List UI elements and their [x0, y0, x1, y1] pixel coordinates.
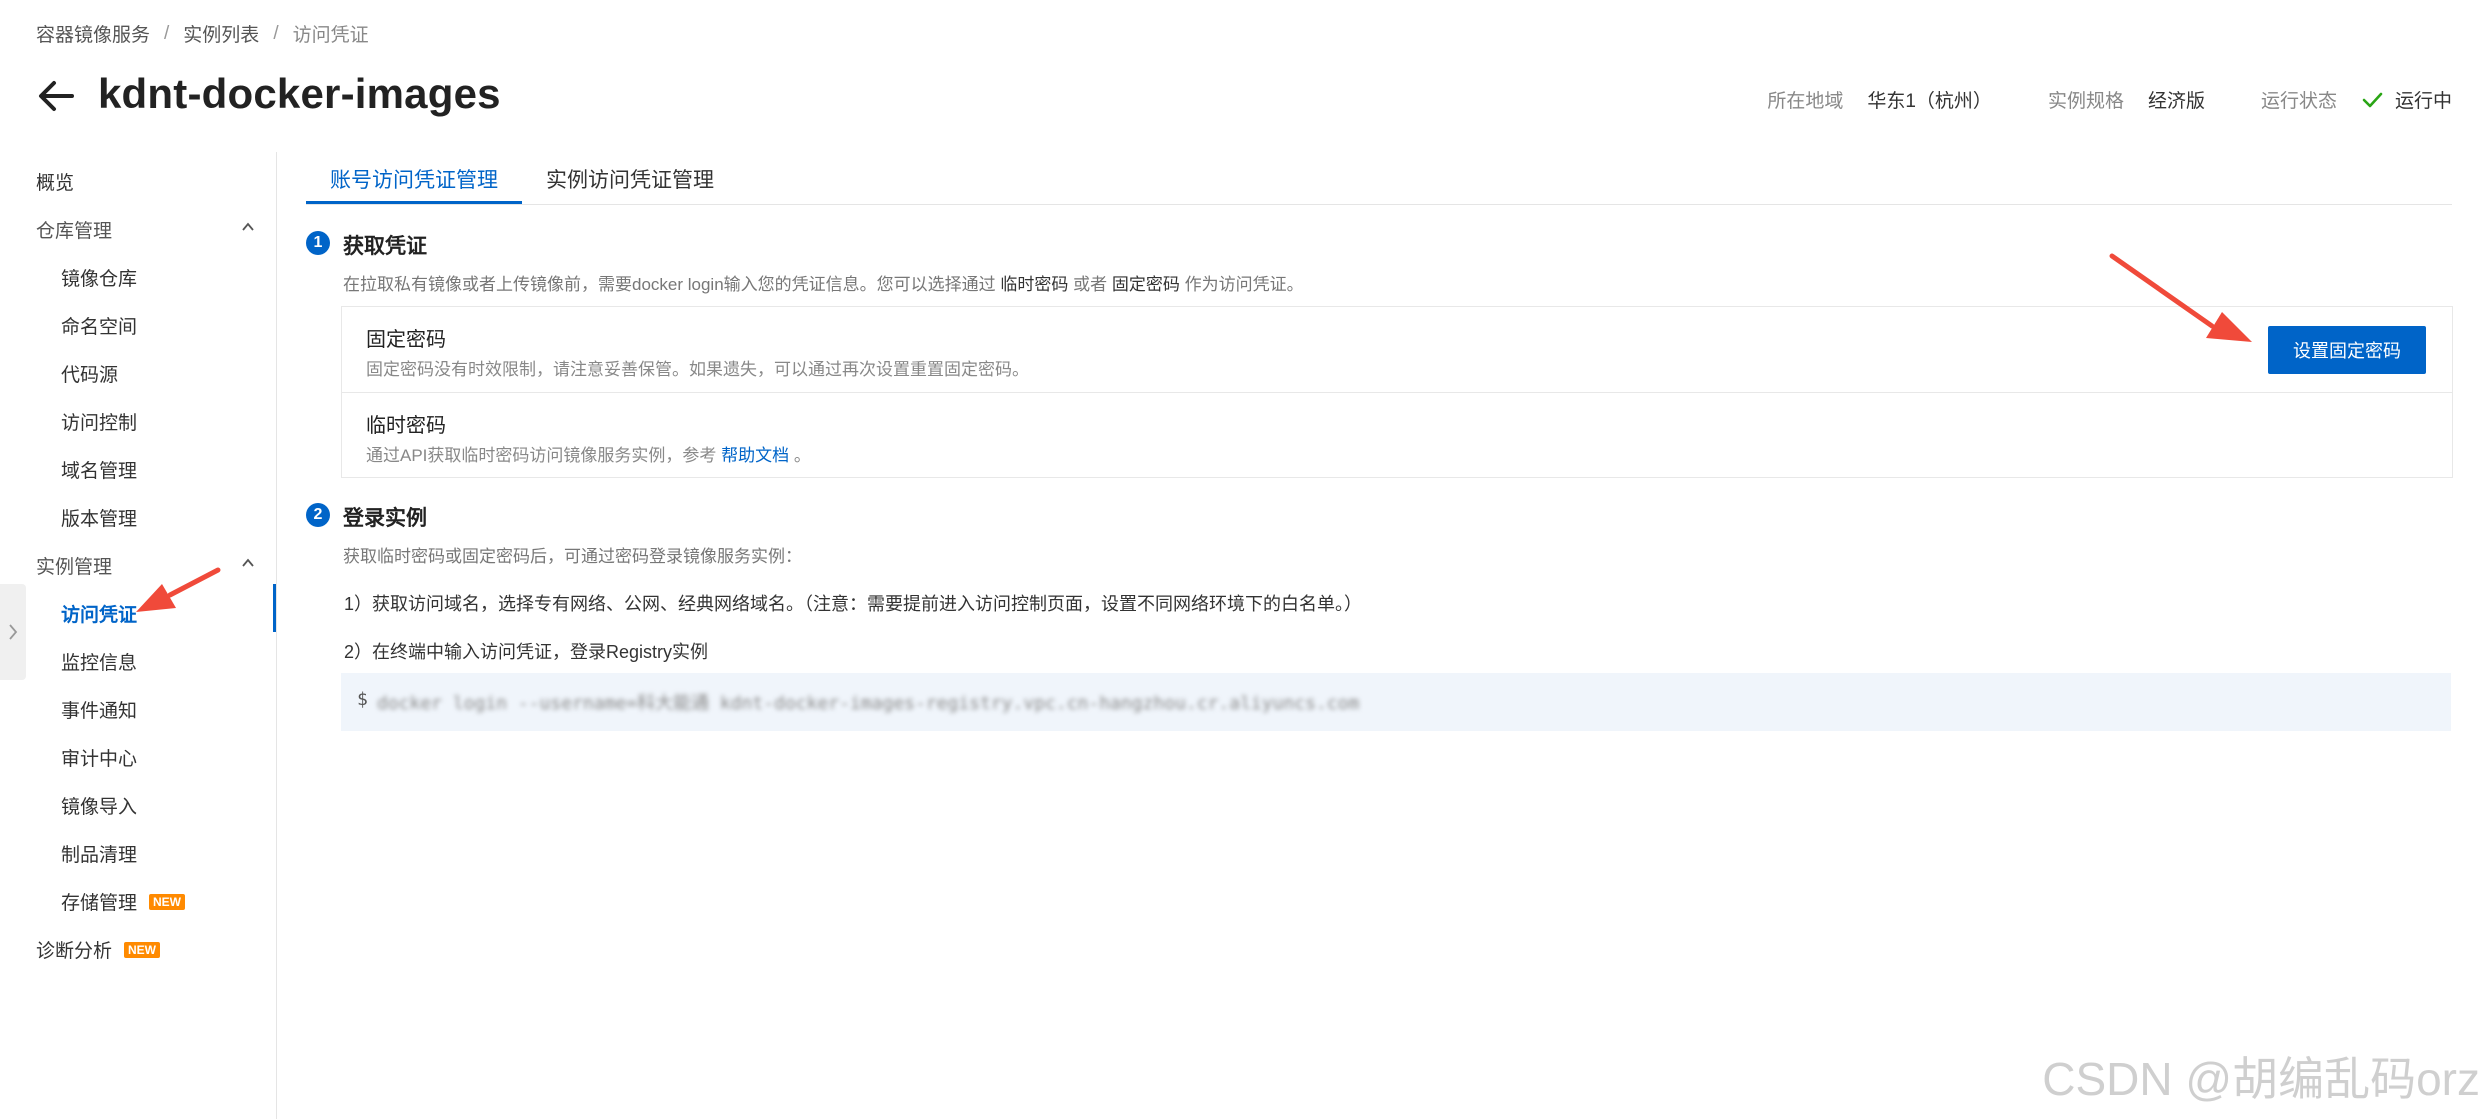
chevron-up-icon[interactable]	[240, 555, 256, 571]
sidebar-item-label: 诊断分析	[36, 941, 113, 962]
breadcrumb-item-service[interactable]: 容器镜像服务	[36, 20, 150, 47]
sidebar-item-artifact-cleanup[interactable]: 制品清理	[61, 840, 137, 867]
step-number-badge: 2	[306, 503, 330, 527]
sidebar-collapse-handle[interactable]	[0, 584, 26, 680]
login-command-box[interactable]: $ docker login --username=科大能通 kdnt-dock…	[341, 673, 2451, 731]
new-badge: NEW	[149, 893, 186, 910]
page-root: 容器镜像服务 / 实例列表 / 访问凭证 kdnt-docker-images …	[0, 0, 2490, 1119]
sidebar-item-image-import[interactable]: 镜像导入	[61, 792, 137, 819]
desc-text: 在拉取私有镜像或者上传镜像前，需要docker login输入您的凭证信息。您可…	[343, 275, 996, 294]
new-badge: NEW	[124, 941, 161, 958]
desc-text: 作为访问凭证。	[1184, 275, 1304, 294]
step2-title: 登录实例	[343, 507, 427, 530]
login-command-text[interactable]: docker login --username=科大能通 kdnt-docker…	[377, 689, 1359, 715]
breadcrumb: 容器镜像服务 / 实例列表 / 访问凭证	[36, 20, 369, 47]
sidebar-group-repo[interactable]: 仓库管理	[36, 216, 112, 243]
tab-account-credentials[interactable]: 账号访问凭证管理	[330, 164, 498, 194]
active-indicator	[273, 584, 276, 632]
status-value: 运行中	[2394, 91, 2452, 112]
chevron-right-icon	[9, 624, 18, 640]
temp-password-description: 通过API获取临时密码访问镜像服务实例，参考 帮助文档 。	[366, 441, 811, 466]
sidebar-item-access-control[interactable]: 访问控制	[61, 408, 137, 435]
fixed-password-description: 固定密码没有时效限制，请注意妥善保管。如果遗失，可以通过再次设置重置固定密码。	[366, 360, 1029, 379]
desc-temp-password: 临时密码	[1000, 275, 1069, 294]
sidebar-item-label: 存储管理	[61, 893, 138, 914]
sidebar-item-monitoring[interactable]: 监控信息	[61, 648, 137, 675]
help-doc-link[interactable]: 帮助文档	[721, 446, 789, 465]
tab-instance-credentials[interactable]: 实例访问凭证管理	[546, 164, 714, 194]
sidebar-item-storage[interactable]: 存储管理 NEW	[61, 888, 186, 915]
credential-tabs: 账号访问凭证管理 实例访问凭证管理	[306, 152, 2452, 205]
sidebar-item-code-source[interactable]: 代码源	[61, 360, 118, 387]
breadcrumb-item-current: 访问凭证	[292, 25, 369, 46]
credential-options-card: 固定密码 固定密码没有时效限制，请注意妥善保管。如果遗失，可以通过再次设置重置固…	[341, 306, 2453, 478]
card-divider	[342, 392, 2452, 393]
spec-label: 实例规格	[2047, 91, 2124, 112]
page-title: kdnt-docker-images	[98, 70, 501, 117]
shell-prompt: $	[357, 689, 368, 710]
set-fixed-password-button[interactable]: 设置固定密码	[2268, 326, 2426, 374]
sidebar-item-namespaces[interactable]: 命名空间	[61, 312, 137, 339]
breadcrumb-item-instances[interactable]: 实例列表	[183, 20, 259, 47]
region-value: 华东1（杭州）	[1867, 91, 1992, 112]
spec-value: 经济版	[2147, 91, 2205, 112]
desc-text: 通过API获取临时密码访问镜像服务实例，参考	[366, 446, 717, 465]
step1-title: 获取凭证	[343, 235, 427, 258]
step2-instruction-1: 1）获取访问域名，选择专有网络、公网、经典网络域名。（注意：需要提前进入访问控制…	[344, 594, 1363, 614]
step2-instruction-2: 2）在终端中输入访问凭证，登录Registry实例	[344, 642, 709, 662]
sidebar-item-overview[interactable]: 概览	[36, 168, 74, 195]
check-icon	[2362, 92, 2383, 107]
sidebar-item-events[interactable]: 事件通知	[61, 696, 137, 723]
sidebar-group-instance[interactable]: 实例管理	[36, 552, 112, 579]
desc-fixed-password: 固定密码	[1111, 275, 1180, 294]
sidebar-item-credentials[interactable]: 访问凭证	[61, 600, 137, 627]
breadcrumb-separator: /	[273, 22, 279, 44]
sidebar-item-diagnose[interactable]: 诊断分析 NEW	[36, 936, 161, 963]
step-number-badge: 1	[306, 231, 330, 255]
desc-text: 或者	[1073, 275, 1108, 294]
sidebar-item-audit[interactable]: 审计中心	[61, 744, 137, 771]
watermark: CSDN @胡编乱码orz	[2042, 1053, 2480, 1105]
sidebar	[0, 152, 277, 1119]
status-label: 运行状态	[2260, 91, 2337, 112]
region-label: 所在地域	[1767, 91, 1844, 112]
fixed-password-title: 固定密码	[366, 329, 446, 351]
step2-description: 获取临时密码或固定密码后，可通过密码登录镜像服务实例：	[343, 547, 802, 566]
temp-password-title: 临时密码	[366, 415, 446, 437]
chevron-up-icon[interactable]	[240, 219, 256, 235]
sidebar-item-repositories[interactable]: 镜像仓库	[61, 264, 137, 291]
sidebar-item-domains[interactable]: 域名管理	[61, 456, 137, 483]
sidebar-item-versions[interactable]: 版本管理	[61, 504, 137, 531]
instance-meta: 所在地域 华东1（杭州） 实例规格 经济版 运行状态 运行中	[1767, 86, 2452, 113]
active-tab-underline	[306, 201, 522, 204]
step1-description: 在拉取私有镜像或者上传镜像前，需要docker login输入您的凭证信息。您可…	[343, 270, 1304, 295]
back-arrow-icon[interactable]	[36, 76, 76, 116]
desc-text: 。	[793, 446, 811, 465]
breadcrumb-separator: /	[164, 22, 170, 44]
